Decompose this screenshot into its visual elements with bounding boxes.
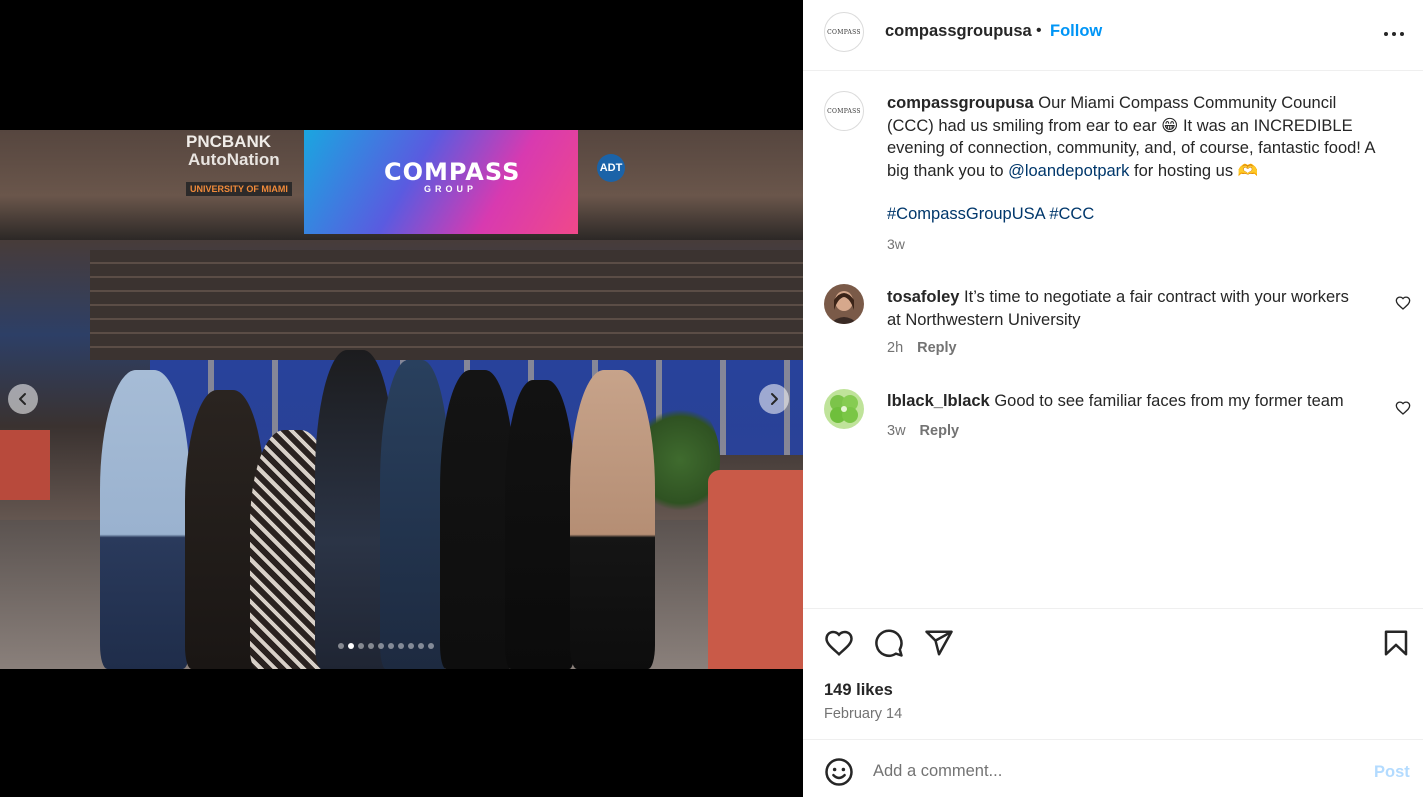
post-button[interactable]: Post <box>1374 763 1410 782</box>
comment-username[interactable]: lblack_lblack <box>887 392 990 410</box>
comment-input[interactable] <box>873 756 1353 786</box>
caption-hashtags: #CompassGroupUSA #CCC <box>887 205 1094 224</box>
carousel-dot <box>348 643 354 649</box>
caption-text-end: for hosting us 🫶 <box>1129 161 1259 180</box>
carousel-dot <box>428 643 434 649</box>
chevron-right-icon <box>771 393 778 405</box>
sign-pncbank: PNCBANK <box>186 132 271 151</box>
compass-logo: COMPASS <box>827 28 861 36</box>
comment-text: tosafoley It’s time to negotiate a fair … <box>887 286 1367 331</box>
caption-timestamp[interactable]: 3w <box>887 236 905 252</box>
post-actions: 149 likes February 14 <box>803 608 1423 738</box>
follow-button[interactable]: Follow <box>1050 22 1102 41</box>
carousel-dot <box>338 643 344 649</box>
carousel-dot <box>398 643 404 649</box>
comment-body: Good to see familiar faces from my forme… <box>989 392 1344 410</box>
carousel-prev-button[interactable] <box>8 384 38 414</box>
screen-subtitle: GROUP <box>424 184 478 194</box>
reply-button[interactable]: Reply <box>920 423 960 439</box>
send-icon[interactable] <box>924 628 954 658</box>
commenter-avatar[interactable] <box>824 284 864 324</box>
compass-logo: COMPASS <box>827 107 861 115</box>
jumbotron-screen: COMPASS GROUP <box>304 130 578 234</box>
heart-icon[interactable] <box>1395 295 1411 311</box>
profile-photo <box>824 389 864 429</box>
comment-timestamp[interactable]: 2h <box>887 340 903 356</box>
carousel-dot <box>408 643 414 649</box>
post-caption: compassgroupusa Our Miami Compass Commun… <box>887 92 1387 182</box>
add-comment-bar: Post <box>803 739 1423 797</box>
reply-button[interactable]: Reply <box>917 340 957 356</box>
carousel-dot <box>368 643 374 649</box>
separator-dot: • <box>1036 22 1042 39</box>
screen-title: COMPASS <box>384 158 521 186</box>
author-username[interactable]: compassgroupusa <box>885 22 1032 41</box>
commenter-avatar[interactable] <box>824 389 864 429</box>
heart-icon[interactable] <box>824 628 854 658</box>
mention-link[interactable]: @loandepotpark <box>1008 162 1129 180</box>
sign-adt: ADT <box>597 154 625 182</box>
carousel-next-button[interactable] <box>759 384 789 414</box>
bookmark-icon[interactable] <box>1381 628 1411 658</box>
post-date[interactable]: February 14 <box>824 706 902 722</box>
caption-avatar[interactable]: COMPASS <box>824 91 864 131</box>
group-of-people <box>90 310 710 669</box>
author-avatar[interactable]: COMPASS <box>824 12 864 52</box>
chevron-left-icon <box>19 393 26 405</box>
hashtag-link[interactable]: #CompassGroupUSA <box>887 205 1045 223</box>
comment-text: lblack_lblack Good to see familiar faces… <box>887 390 1367 413</box>
sign-university-of-miami: UNIVERSITY OF MIAMI <box>186 182 292 196</box>
caption-username[interactable]: compassgroupusa <box>887 94 1034 112</box>
post-side-panel: COMPASS compassgroupusa • Follow COMPASS… <box>803 0 1423 797</box>
carousel-dot <box>418 643 424 649</box>
post-header: COMPASS compassgroupusa • Follow <box>803 0 1423 71</box>
comment-meta: 3w Reply <box>887 423 959 439</box>
post-photo: COMPASS GROUP PNCBANK AutoNation UNIVERS… <box>0 130 803 669</box>
likes-count[interactable]: 149 likes <box>824 681 893 700</box>
carousel-indicator <box>338 643 434 649</box>
carousel-dot <box>378 643 384 649</box>
comment-meta: 2h Reply <box>887 340 957 356</box>
emoji-icon[interactable] <box>824 757 854 787</box>
hashtag-link[interactable]: #CCC <box>1049 205 1094 223</box>
sign-autonation: AutoNation <box>188 150 280 169</box>
more-horizontal-icon[interactable] <box>1382 24 1406 44</box>
comment-timestamp[interactable]: 3w <box>887 423 906 439</box>
media-pane: COMPASS GROUP PNCBANK AutoNation UNIVERS… <box>0 0 803 797</box>
profile-photo <box>824 284 864 324</box>
carousel-dot <box>358 643 364 649</box>
comment-username[interactable]: tosafoley <box>887 288 959 306</box>
carousel-dot <box>388 643 394 649</box>
heart-icon[interactable] <box>1395 400 1411 416</box>
comment-icon[interactable] <box>874 628 904 658</box>
